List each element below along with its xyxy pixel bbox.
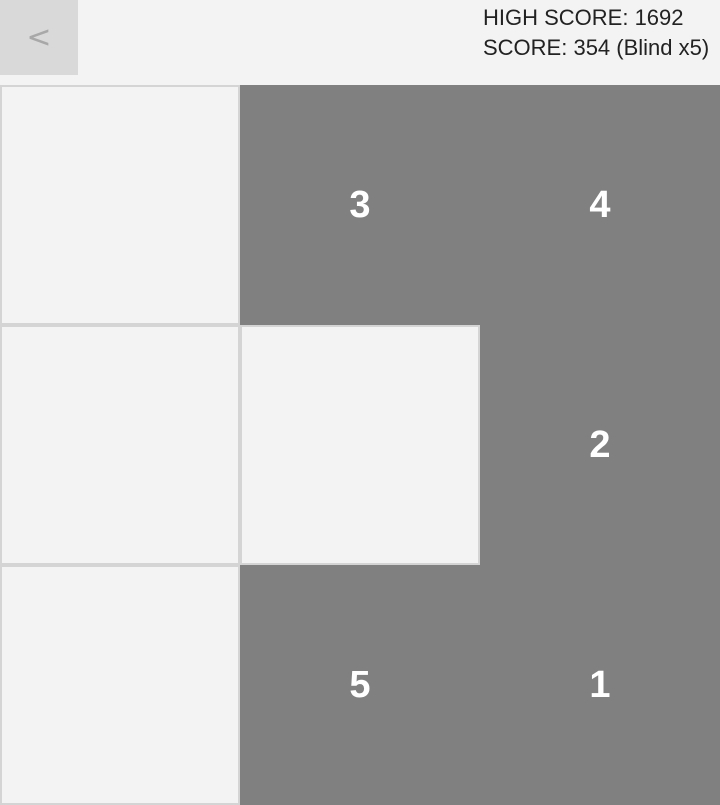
- current-score-text: SCORE: 354 (Blind x5): [483, 35, 710, 60]
- game-board: 3 4 2 5 1: [0, 85, 720, 805]
- tile-number: 1: [589, 663, 611, 706]
- tile-number: 2: [589, 423, 611, 466]
- empty-tile[interactable]: [240, 325, 480, 565]
- tile-number: 4: [589, 183, 611, 226]
- numbered-tile[interactable]: 5: [240, 565, 480, 805]
- numbered-tile[interactable]: 1: [480, 565, 720, 805]
- numbered-tile[interactable]: 2: [480, 325, 720, 565]
- tile-number: 5: [349, 663, 371, 706]
- back-arrow-icon: <: [26, 20, 52, 55]
- numbered-tile[interactable]: 4: [480, 85, 720, 325]
- empty-tile[interactable]: [0, 85, 240, 325]
- top-bar: < HIGH SCORE: 1692 SCORE: 354 (Blind x5): [0, 0, 720, 85]
- empty-tile[interactable]: [0, 565, 240, 805]
- score-panel: HIGH SCORE: 1692 SCORE: 354 (Blind x5): [483, 3, 709, 63]
- high-score-text: HIGH SCORE: 1692: [483, 5, 684, 30]
- empty-tile[interactable]: [0, 325, 240, 565]
- tile-number: 3: [349, 183, 371, 226]
- back-button[interactable]: <: [0, 0, 78, 75]
- numbered-tile[interactable]: 3: [240, 85, 480, 325]
